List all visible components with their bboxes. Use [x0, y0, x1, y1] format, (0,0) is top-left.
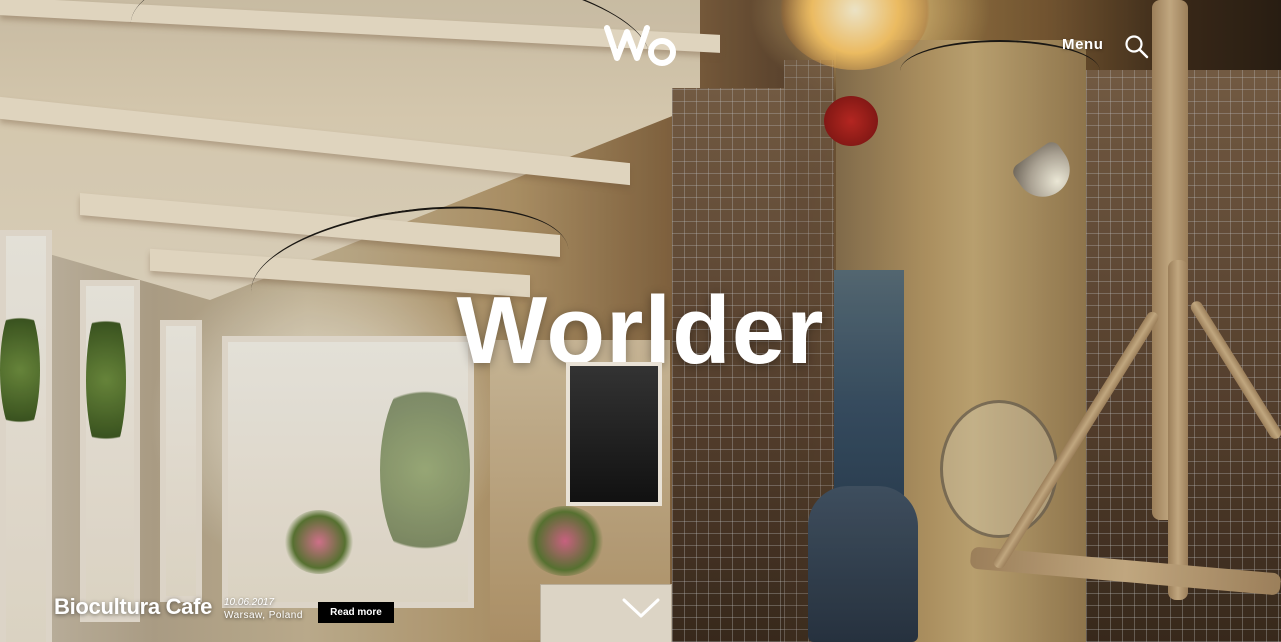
chevron-down-icon[interactable]: [621, 596, 661, 620]
feature-title: Biocultura Cafe: [54, 594, 213, 619]
wall-portrait: [566, 362, 662, 506]
read-more-button[interactable]: Read more: [318, 602, 394, 623]
logo[interactable]: [604, 22, 678, 68]
search-icon[interactable]: [1124, 34, 1150, 60]
hero-section: Menu Worlder Biocultura Cafe 10.06.2017 …: [0, 0, 1281, 642]
menu-button[interactable]: Menu: [1062, 36, 1104, 53]
feature-date: 10.06.2017: [224, 597, 275, 608]
feature-location: Warsaw, Poland: [224, 610, 303, 621]
